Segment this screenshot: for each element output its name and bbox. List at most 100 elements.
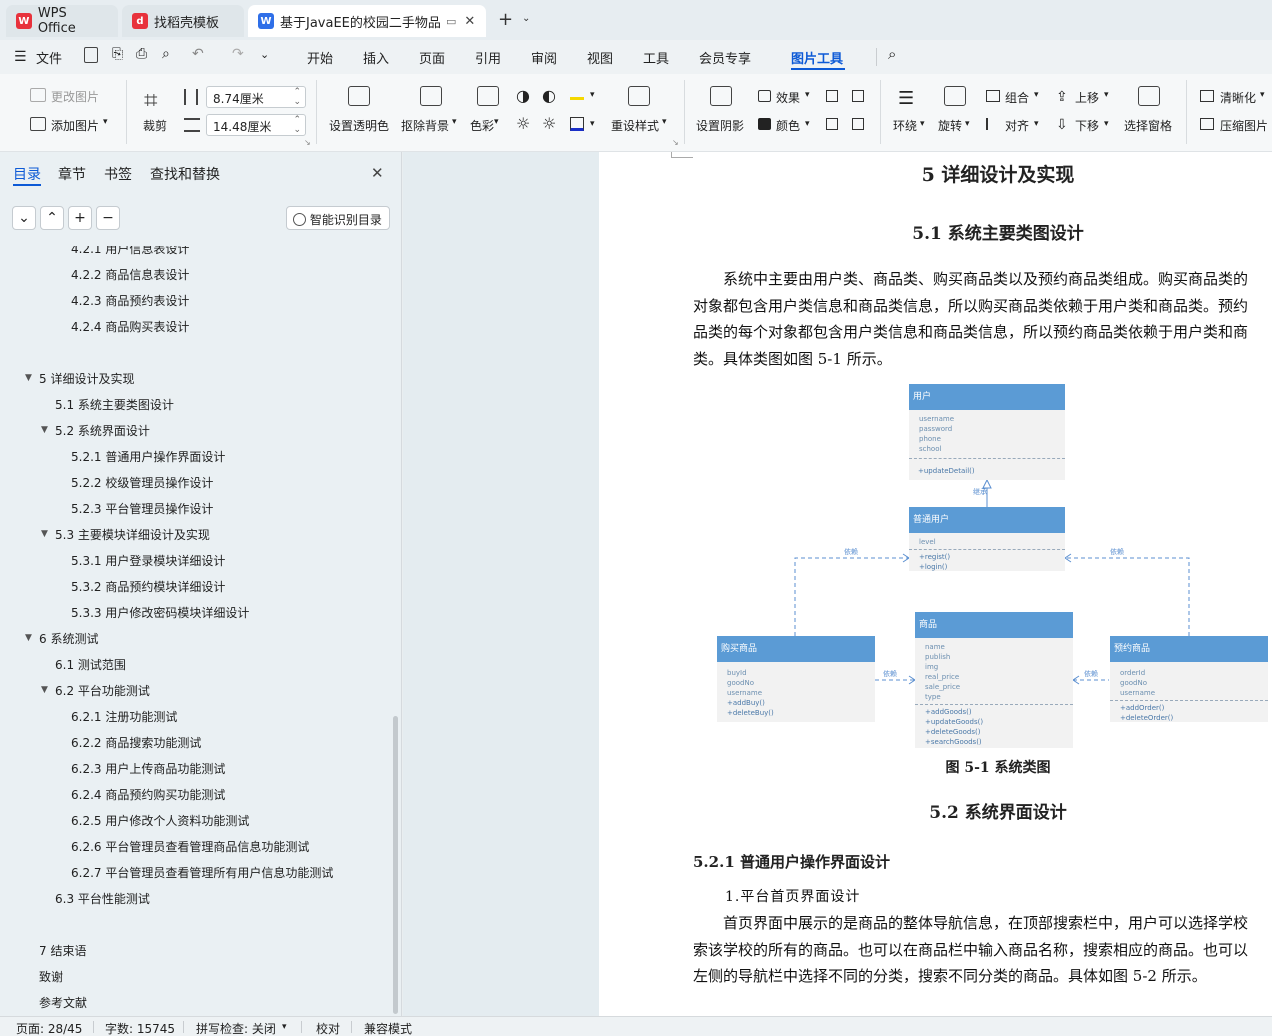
toc-item[interactable]: 7 结束语 — [39, 942, 86, 959]
toc-item[interactable]: 6.2.3 用户上传商品功能测试 — [71, 760, 225, 777]
toc-item[interactable]: 参考文献 — [39, 994, 87, 1011]
effect-chevron-icon[interactable]: ▾ — [805, 90, 810, 100]
border-color-icon[interactable] — [570, 88, 584, 100]
toc-item[interactable]: 6.2.7 平台管理员查看管理所有用户信息功能测试 — [71, 864, 333, 881]
send-backward-button[interactable]: 下移 — [1075, 117, 1099, 134]
uml-class-normal-user[interactable]: 普通用户 level +regist() +login() — [909, 507, 1065, 571]
shadow-left-icon[interactable] — [826, 118, 838, 130]
shadow-down-icon[interactable] — [852, 90, 864, 102]
nav-tab-sections[interactable]: 章节 — [58, 164, 86, 184]
toc-item[interactable]: 6.2.1 注册功能测试 — [71, 708, 177, 725]
tab-list-chevron-icon[interactable]: ⌄ — [522, 13, 530, 24]
expand-triangle-icon[interactable]: ▼ — [41, 425, 48, 435]
tab-document[interactable]: W 基于JavaEE的校园二手物品交 ▭ ✕ — [248, 5, 486, 37]
word-count[interactable]: 字数: 15745 — [105, 1020, 175, 1036]
wrap-chevron-icon[interactable]: ▾ — [920, 119, 925, 129]
reset-style-chevron-icon[interactable]: ▾ — [662, 117, 667, 127]
toc-item[interactable]: 6.2 平台功能测试 — [55, 682, 150, 699]
align-chevron-icon[interactable]: ▾ — [1034, 119, 1039, 129]
print-icon[interactable]: ⎙ — [136, 46, 147, 62]
add-picture-button[interactable]: 添加图片 — [51, 117, 99, 134]
collapse-down-icon[interactable]: ⌄ — [12, 206, 36, 230]
expand-triangle-icon[interactable]: ▼ — [25, 373, 32, 383]
nav-tab-find-replace[interactable]: 查找和替换 — [150, 164, 220, 184]
compress-picture-button[interactable]: 压缩图片 — [1220, 117, 1268, 134]
menu-tools[interactable]: 工具 — [643, 48, 669, 67]
uml-class-user[interactable]: 用户 username password phone school +updateDe… — [909, 384, 1065, 480]
hamburger-icon[interactable]: ☰ — [14, 49, 27, 65]
redo-icon[interactable]: ↷ — [232, 46, 244, 62]
class-diagram[interactable]: 依赖 依赖 依赖 依赖 继承 用户 username password phone s… — [717, 382, 1272, 750]
nav-tab-bookmarks[interactable]: 书签 — [104, 164, 132, 184]
expand-triangle-icon[interactable]: ▼ — [25, 633, 32, 643]
toc-item[interactable]: 6.2.6 平台管理员查看管理商品信息功能测试 — [71, 838, 309, 855]
toc-item[interactable]: 5.1 系统主要类图设计 — [55, 396, 174, 413]
sharpen-button[interactable]: 清晰化 — [1220, 89, 1256, 106]
color-button[interactable]: 色彩 — [470, 117, 494, 134]
set-shadow-button[interactable]: 设置阴影 — [696, 117, 744, 134]
group-chevron-icon[interactable]: ▾ — [1034, 90, 1039, 100]
contrast-down-icon[interactable]: ☼ — [542, 114, 556, 133]
undo-icon[interactable]: ↶ — [192, 46, 204, 62]
brightness-down-icon[interactable]: ◐ — [542, 86, 556, 105]
reset-style-button[interactable]: 重设样式 — [611, 117, 659, 134]
toc-item[interactable]: 6.2.4 商品预约购买功能测试 — [71, 786, 225, 803]
sharpen-chevron-icon[interactable]: ▾ — [1260, 90, 1265, 100]
brightness-up-icon[interactable]: ◑ — [516, 86, 530, 105]
expand-triangle-icon[interactable]: ▼ — [41, 685, 48, 695]
collapse-up-icon[interactable]: ⌃ — [40, 206, 64, 230]
rotate-button[interactable]: 旋转 — [938, 117, 962, 134]
menu-file[interactable]: 文件 — [36, 48, 62, 67]
width-field[interactable]: 8.74厘米 ⌃ ⌄ — [206, 86, 306, 108]
contrast-up-icon[interactable]: ☼ — [516, 114, 530, 133]
page-indicator[interactable]: 页面: 28/45 — [16, 1020, 82, 1036]
search-icon[interactable]: ⌕ — [888, 45, 896, 63]
uml-class-goods[interactable]: 商品 name publish img real_price sale_price typ… — [915, 612, 1073, 748]
bring-forward-chevron-icon[interactable]: ▾ — [1104, 90, 1109, 100]
add-heading-icon[interactable]: + — [68, 206, 92, 230]
proofread-button[interactable]: 校对 — [316, 1020, 340, 1036]
size-dialog-launcher-icon[interactable]: ↘ — [304, 138, 311, 147]
menu-view[interactable]: 视图 — [587, 48, 613, 67]
export-pdf-icon[interactable]: ⎘ — [112, 46, 123, 62]
smart-toc-button[interactable]: 智能识别目录 — [286, 206, 390, 230]
menu-member[interactable]: 会员专享 — [699, 48, 751, 67]
height-spin-icon[interactable]: ⌃ ⌄ — [293, 115, 301, 135]
toc-item[interactable]: 6.1 测试范围 — [55, 656, 126, 673]
tab-template[interactable]: d 找稻壳模板 — [122, 5, 244, 37]
quick-access-chevron-icon[interactable]: ⌄ — [260, 48, 269, 61]
toc-item[interactable]: 5.3.1 用户登录模块详细设计 — [71, 552, 225, 569]
new-tab-plus-icon[interactable]: + — [498, 9, 513, 30]
width-spin-icon[interactable]: ⌃ ⌄ — [293, 87, 301, 107]
toc-item[interactable]: 5.3.2 商品预约模块详细设计 — [71, 578, 225, 595]
toc-item[interactable]: 4.2.2 商品信息表设计 — [71, 266, 189, 283]
border-style-icon[interactable] — [570, 117, 584, 131]
remove-heading-icon[interactable]: − — [96, 206, 120, 230]
toc-item[interactable]: 致谢 — [39, 968, 63, 985]
menu-picture-tools[interactable]: 图片工具 — [791, 48, 843, 67]
uml-class-buy-goods[interactable]: 购买商品 buyId goodNo username +addBuy() +dele… — [717, 636, 875, 722]
spell-check-toggle[interactable]: 拼写检查: 关闭 — [196, 1020, 276, 1036]
add-picture-chevron-icon[interactable]: ▾ — [103, 117, 108, 127]
menu-insert[interactable]: 插入 — [363, 48, 389, 67]
fill-color-button[interactable]: 颜色 — [776, 117, 800, 134]
toc-item[interactable]: 5.2.3 平台管理员操作设计 — [71, 500, 213, 517]
rotate-chevron-icon[interactable]: ▾ — [965, 119, 970, 129]
effect-button[interactable]: 效果 — [776, 89, 800, 106]
remove-bg-chevron-icon[interactable]: ▾ — [452, 117, 457, 127]
toc-item[interactable]: 5.2 系统界面设计 — [55, 422, 150, 439]
toc-item[interactable]: 5 详细设计及实现 — [39, 370, 134, 387]
close-pane-icon[interactable]: ✕ — [371, 164, 384, 182]
fill-color-chevron-icon[interactable]: ▾ — [805, 119, 810, 129]
menu-review[interactable]: 审阅 — [531, 48, 557, 67]
toc-item[interactable]: 6 系统测试 — [39, 630, 98, 647]
uml-class-order-goods[interactable]: 预约商品 orderId goodNo username +addOrder() +… — [1110, 636, 1268, 722]
send-backward-chevron-icon[interactable]: ▾ — [1104, 119, 1109, 129]
nav-tab-toc[interactable]: 目录 — [13, 164, 41, 184]
crop-button[interactable]: 裁剪 — [143, 117, 167, 134]
toc-item[interactable]: 6.2.2 商品搜索功能测试 — [71, 734, 201, 751]
color-chevron-icon[interactable]: ▾ — [494, 117, 499, 127]
tab-preview-icon[interactable]: ▭ — [446, 15, 456, 28]
menu-references[interactable]: 引用 — [475, 48, 501, 67]
border-color-chevron-icon[interactable]: ▾ — [590, 90, 595, 100]
